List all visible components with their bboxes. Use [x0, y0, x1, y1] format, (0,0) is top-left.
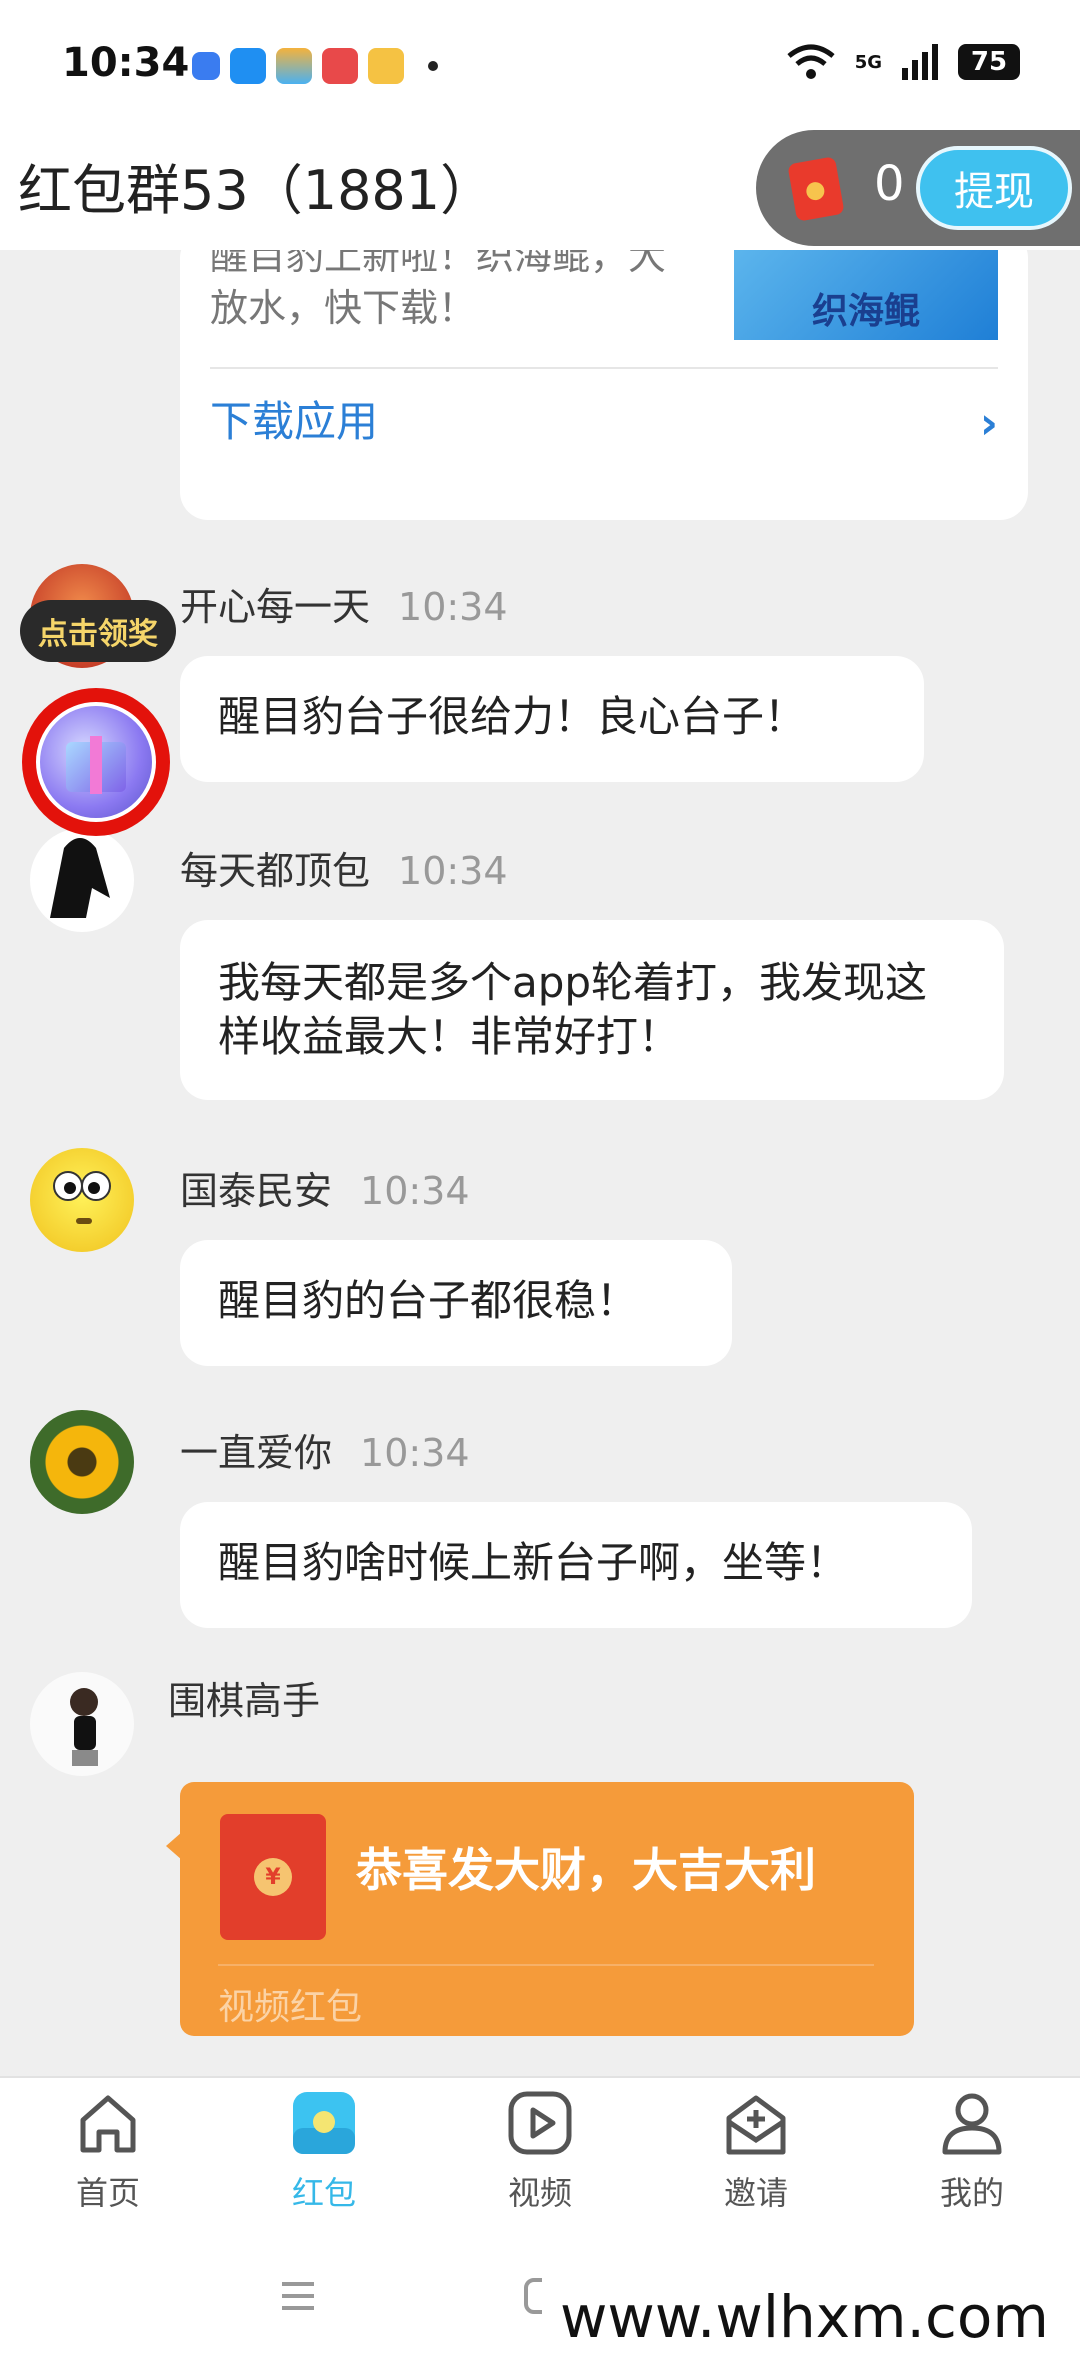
avatar[interactable] — [30, 1148, 134, 1252]
watermark: www.wlhxm.com — [542, 2272, 1067, 2362]
nav-label: 首页 — [75, 2174, 140, 2212]
home-icon — [80, 2095, 136, 2153]
chat-list[interactable]: 醒目豹上新啦！织海鲲，大放水，快下载！ 织海鲲 下载应用 › 开心每一天 10:3… — [0, 250, 1080, 2076]
weibo-app-icon — [368, 48, 404, 84]
sender-line: 每天都顶包 10:34 — [180, 840, 508, 895]
nav-label: 邀请 — [723, 2174, 788, 2212]
sender-name: 国泰民安 — [180, 1169, 333, 1213]
nav-item-profile[interactable]: 我的 — [902, 2088, 1042, 2214]
message-text: 醒目豹的台子都很稳！ — [218, 1276, 639, 1325]
network-type: 5G — [854, 51, 882, 73]
message-time: 10:34 — [398, 585, 508, 629]
avatar[interactable] — [30, 828, 134, 932]
video-icon — [508, 2091, 572, 2155]
notification-icons — [192, 48, 438, 84]
message-bubble[interactable]: 醒目豹啥时候上新台子啊，坐等！ — [180, 1502, 972, 1628]
wallet-balance: 0 — [874, 156, 905, 212]
ad-image-label: 织海鲲 — [811, 291, 920, 332]
chevron-right-icon[interactable]: › — [980, 398, 998, 449]
message-time: 10:34 — [360, 1169, 470, 1213]
red-packet-title: 恭喜发大财，大吉大利 — [356, 1843, 816, 1897]
claim-prize-tag[interactable]: 点击领奖 — [20, 600, 176, 662]
divider — [218, 1964, 874, 1966]
message-bubble[interactable]: 醒目豹的台子都很稳！ — [180, 1240, 732, 1366]
message-bubble[interactable]: 我每天都是多个app轮着打，我发现这样收益最大！非常好打！ — [180, 920, 1004, 1100]
status-bar: 10:34 5G 75 — [0, 0, 1080, 130]
wifi-icon — [787, 44, 835, 79]
prize-button[interactable] — [22, 688, 170, 836]
divider — [210, 367, 998, 369]
nav-label: 我的 — [939, 2174, 1004, 2212]
emoji-face-icon — [53, 1171, 111, 1224]
red-packet-icon: ¥ — [220, 1814, 326, 1940]
nav-label: 视频 — [507, 2174, 572, 2212]
message-app-icon — [192, 52, 220, 80]
ad-text: 醒目豹上新啦！织海鲲，大放水，快下载！ — [210, 250, 667, 330]
sender-line: 围棋高手 — [168, 1670, 320, 1725]
ad-image[interactable]: 织海鲲 — [734, 250, 998, 340]
message-time: 10:34 — [360, 1431, 470, 1475]
sender-name: 开心每一天 — [180, 585, 371, 629]
chat-header: 红包群53（1881） 0 提现 — [0, 130, 1080, 250]
page-title: 红包群53（1881） — [18, 159, 495, 222]
red-packet-type: 视频红包 — [218, 1987, 363, 2028]
sender-name: 围棋高手 — [168, 1679, 321, 1723]
sender-line: 国泰民安 10:34 — [180, 1160, 470, 1215]
bottom-nav: 首页 红包 视频 邀请 我的 — [0, 2076, 1080, 2236]
download-app-link[interactable]: 下载应用 — [210, 388, 378, 449]
nav-item-home[interactable]: 首页 — [38, 2088, 178, 2214]
more-notifications-icon — [428, 61, 438, 71]
wallet-pill[interactable]: 0 提现 — [756, 130, 1080, 246]
message-time: 10:34 — [398, 849, 508, 893]
red-packet-icon — [293, 2092, 355, 2154]
status-right: 5G 75 — [785, 44, 1020, 80]
girl-avatar-icon — [70, 1688, 98, 1766]
sender-name: 一直爱你 — [180, 1431, 333, 1475]
nav-label: 红包 — [291, 2174, 356, 2212]
alipay-app-icon — [230, 48, 266, 84]
message-text: 我每天都是多个app轮着打，我发现这样收益最大！非常好打！ — [218, 958, 928, 1061]
invite-icon — [726, 2095, 786, 2155]
video-app-icon — [322, 48, 358, 84]
red-packet-message[interactable]: ¥ 恭喜发大财，大吉大利 视频红包 — [180, 1782, 914, 2036]
battery-icon: 75 — [958, 44, 1020, 80]
menu-icon[interactable] — [278, 2276, 318, 2316]
profile-icon — [942, 2093, 1002, 2155]
message-text: 醒目豹台子很给力！良心台子！ — [218, 692, 807, 741]
coin-icon: ¥ — [254, 1858, 292, 1896]
sender-name: 每天都顶包 — [180, 849, 371, 893]
sender-line: 开心每一天 10:34 — [180, 576, 508, 631]
message-text: 醒目豹啥时候上新台子啊，坐等！ — [218, 1538, 849, 1587]
sender-line: 一直爱你 10:34 — [180, 1422, 470, 1477]
gift-box-icon — [36, 702, 156, 822]
red-envelope-icon — [787, 156, 845, 222]
status-time: 10:34 — [62, 40, 190, 86]
avatar[interactable] — [30, 1672, 134, 1776]
signal-icon — [902, 44, 938, 80]
wallet-app-icon — [276, 48, 312, 84]
message-bubble[interactable]: 醒目豹台子很给力！良心台子！ — [180, 656, 924, 782]
silhouette-icon — [50, 838, 110, 918]
nav-item-red-packet[interactable]: 红包 — [254, 2088, 394, 2214]
avatar[interactable] — [30, 1410, 134, 1514]
nav-item-invite[interactable]: 邀请 — [686, 2088, 826, 2214]
nav-item-video[interactable]: 视频 — [470, 2088, 610, 2214]
withdraw-button[interactable]: 提现 — [916, 146, 1072, 230]
ad-card[interactable]: 醒目豹上新啦！织海鲲，大放水，快下载！ 织海鲲 下载应用 › — [180, 250, 1028, 520]
